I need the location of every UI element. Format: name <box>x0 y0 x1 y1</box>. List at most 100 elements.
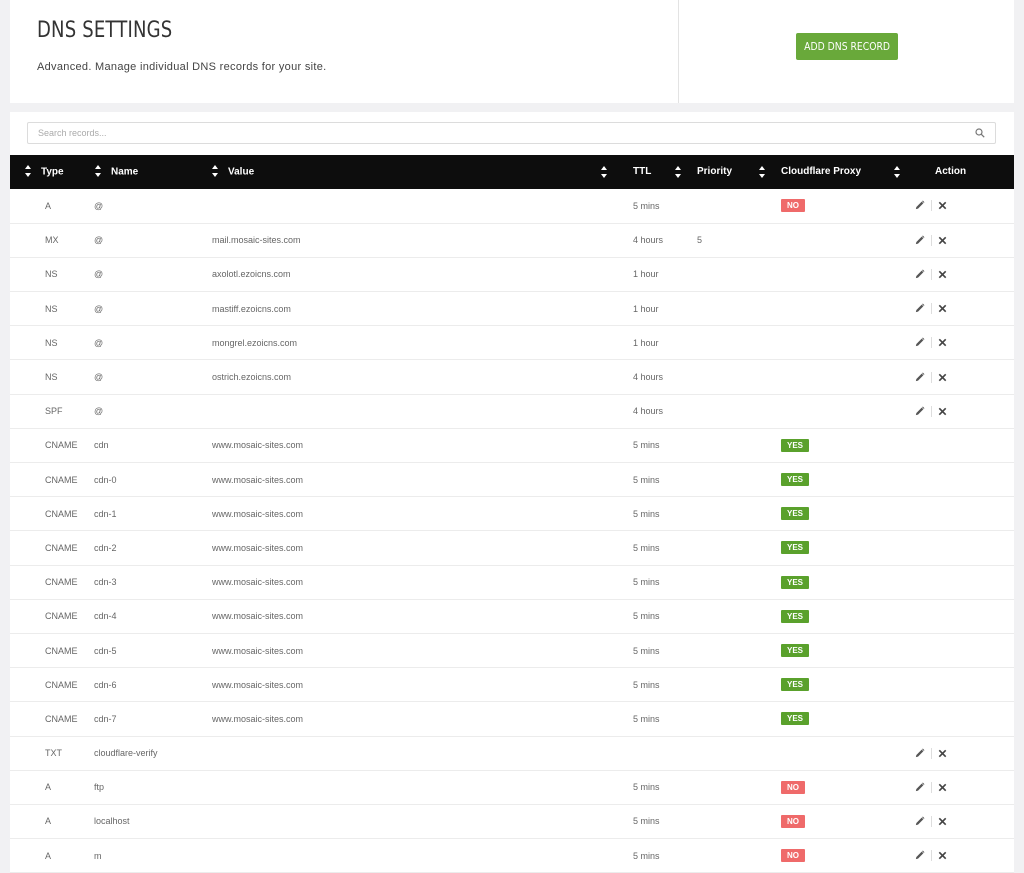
proxy-status-badge[interactable]: YES <box>781 438 810 452</box>
record-ttl: 5 mins <box>633 440 660 451</box>
close-icon[interactable] <box>937 303 948 314</box>
column-header-ttl[interactable]: TTL <box>613 155 681 189</box>
record-value: www.mosaic-sites.com <box>212 611 304 622</box>
close-icon[interactable] <box>937 200 948 211</box>
column-header-name[interactable]: Name <box>94 155 212 189</box>
close-icon[interactable] <box>937 269 948 280</box>
table-row[interactable]: NS @ axolotl.ezoicns.com 1 hour <box>10 257 1014 292</box>
column-header-value[interactable]: Value <box>212 155 613 189</box>
record-priority: 5 <box>697 235 703 246</box>
table-row[interactable]: CNAME cdn-7 www.mosaic-sites.com 5 mins YES <box>10 702 1014 736</box>
table-row[interactable]: A @5 mins NO <box>10 189 1014 224</box>
record-priority <box>677 668 761 702</box>
record-value <box>212 770 613 804</box>
proxy-status-badge[interactable]: YES <box>781 609 810 623</box>
table-row[interactable]: NS @ ostrich.ezoicns.com 4 hours <box>10 360 1014 395</box>
table-row[interactable]: CNAME cdn-0 www.mosaic-sites.com 5 mins YES <box>10 463 1014 497</box>
pencil-icon[interactable] <box>914 303 925 314</box>
proxy-status-badge[interactable]: YES <box>781 507 810 521</box>
pencil-icon[interactable] <box>914 269 925 280</box>
search-input[interactable] <box>28 123 958 143</box>
table-row[interactable]: CNAME cdn-5 www.mosaic-sites.com 5 mins YES <box>10 633 1014 668</box>
action-buttons <box>906 405 1014 417</box>
sort-icon[interactable] <box>211 164 219 178</box>
close-icon[interactable] <box>937 850 948 861</box>
pencil-icon[interactable] <box>914 200 925 211</box>
record-proxy: YES <box>761 497 906 531</box>
record-proxy: NO <box>761 839 906 873</box>
table-row[interactable]: NS @ mastiff.ezoicns.com 1 hour <box>10 292 1014 326</box>
table-row[interactable]: CNAME cdn-6 www.mosaic-sites.com 5 mins YES <box>10 668 1014 702</box>
table-row[interactable]: NS @ mongrel.ezoicns.com 1 hour <box>10 326 1014 360</box>
table-row[interactable]: Alocalhost 5 mins NO <box>10 804 1014 839</box>
close-icon[interactable] <box>937 748 948 759</box>
pencil-icon[interactable] <box>914 782 925 793</box>
record-actions <box>906 463 1014 497</box>
add-dns-record-button[interactable]: ADD DNS RECORD <box>795 33 898 60</box>
proxy-status-badge[interactable]: YES <box>781 712 810 726</box>
table-row[interactable]: CNAME cdn www.mosaic-sites.com 5 mins YES <box>10 428 1014 463</box>
column-header-priority[interactable]: Priority <box>677 155 765 189</box>
pencil-icon[interactable] <box>914 337 925 348</box>
pencil-icon[interactable] <box>914 406 925 417</box>
record-priority <box>677 839 761 873</box>
record-name: cdn <box>94 440 109 451</box>
action-buttons <box>906 815 1014 827</box>
sort-icon[interactable] <box>600 165 608 179</box>
table-body: A @5 mins NO MX @ mail.mosaic-sites.com 4 hour… <box>10 189 1014 873</box>
table-row[interactable]: CNAME cdn-4 www.mosaic-sites.com 5 mins YES <box>10 599 1014 634</box>
proxy-status-badge[interactable]: YES <box>781 678 810 692</box>
record-type: NS <box>45 269 58 280</box>
record-actions <box>906 223 1014 257</box>
sort-icon[interactable] <box>94 164 102 178</box>
pencil-icon[interactable] <box>914 748 925 759</box>
column-header-type[interactable]: Type <box>10 155 94 189</box>
proxy-status-badge[interactable]: NO <box>781 199 805 213</box>
proxy-status-badge[interactable]: YES <box>781 473 810 487</box>
record-ttl: 5 mins <box>633 577 660 588</box>
column-label-ttl: TTL <box>633 166 652 178</box>
record-type: A <box>45 782 52 793</box>
table-row[interactable]: TXT cloudflare-verify <box>10 736 1014 771</box>
pencil-icon[interactable] <box>914 372 925 383</box>
table-row[interactable]: CNAME cdn-1 www.mosaic-sites.com 5 mins YES <box>10 497 1014 531</box>
record-priority <box>677 599 761 633</box>
record-type: TXT <box>45 748 62 759</box>
record-priority <box>677 497 761 531</box>
proxy-status-badge[interactable]: NO <box>781 849 805 863</box>
pencil-icon[interactable] <box>914 816 925 827</box>
proxy-status-badge[interactable]: YES <box>781 541 810 555</box>
search-icon[interactable] <box>975 128 985 138</box>
close-icon[interactable] <box>937 372 948 383</box>
column-label-type: Type <box>41 166 64 178</box>
record-actions <box>906 736 1014 770</box>
record-value: www.mosaic-sites.com <box>212 440 304 451</box>
close-icon[interactable] <box>937 235 948 246</box>
proxy-status-badge[interactable]: YES <box>781 575 810 589</box>
table-row[interactable]: CNAME cdn-3 www.mosaic-sites.com 5 mins YES <box>10 565 1014 600</box>
close-icon[interactable] <box>937 406 948 417</box>
sort-icon[interactable] <box>893 165 901 179</box>
record-ttl: 5 mins <box>633 782 660 793</box>
pencil-icon[interactable] <box>914 235 925 246</box>
table-row[interactable]: Aftp 5 mins NO <box>10 770 1014 805</box>
proxy-status-badge[interactable]: NO <box>781 814 805 828</box>
close-icon[interactable] <box>937 337 948 348</box>
proxy-status-badge[interactable]: YES <box>781 644 810 658</box>
record-actions <box>906 360 1014 394</box>
record-ttl: 5 mins <box>633 713 660 724</box>
record-priority <box>677 394 761 428</box>
table-row[interactable]: CNAME cdn-2 www.mosaic-sites.com 5 mins YES <box>10 531 1014 566</box>
record-proxy: NO <box>761 189 906 223</box>
record-ttl <box>613 736 677 770</box>
record-name: @ <box>94 235 104 246</box>
close-icon[interactable] <box>937 816 948 827</box>
table-row[interactable]: SPF @4 hours <box>10 394 1014 429</box>
table-row[interactable]: Am 5 mins NO <box>10 839 1014 873</box>
pencil-icon[interactable] <box>914 850 925 861</box>
close-icon[interactable] <box>937 782 948 793</box>
proxy-status-badge[interactable]: NO <box>781 780 805 794</box>
sort-icon[interactable] <box>24 164 32 178</box>
column-header-cloudflare-proxy[interactable]: Cloudflare Proxy <box>761 155 906 189</box>
table-row[interactable]: MX @ mail.mosaic-sites.com 4 hours 5 <box>10 223 1014 258</box>
